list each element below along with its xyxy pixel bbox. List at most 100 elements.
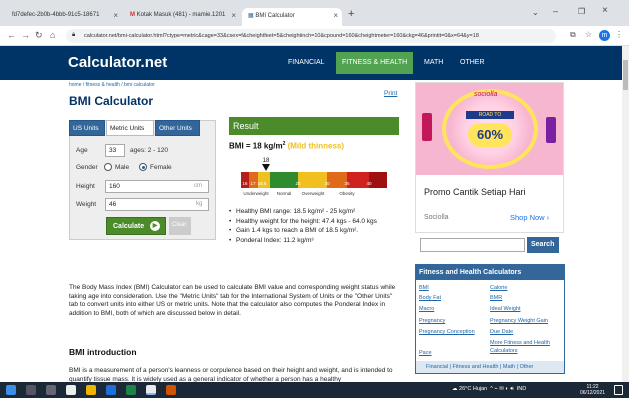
link-ideal-weight[interactable]: Ideal Weight (490, 306, 520, 312)
bmi-form: US Units Metric Units Other Units Age 33… (69, 120, 216, 240)
file-explorer-icon[interactable] (86, 385, 96, 395)
extensions-icon[interactable]: ⧉ (570, 30, 576, 40)
close-tab-icon[interactable]: × (333, 11, 338, 20)
tab-other-units[interactable]: Other Units (155, 120, 200, 136)
language-indicator[interactable]: IND (517, 386, 526, 392)
weight-label: Weight (76, 201, 97, 208)
tab-metric-units[interactable]: Metric Units (106, 120, 154, 136)
search-button[interactable]: Search (527, 237, 559, 253)
browser-tab-active[interactable]: ▦ BMI Calculator × (242, 8, 342, 26)
bmi-result: BMI = 18 kg/m2 (Mild thinness) (229, 141, 344, 151)
link-more-fitness-health[interactable]: More Fitness and Health (490, 340, 550, 346)
bmi-unit-exponent: 2 (282, 141, 286, 147)
link-pregnancy[interactable]: Pregnancy (419, 318, 445, 324)
nav-fitness-health[interactable]: FITNESS & HEALTH (336, 52, 414, 74)
minimize-icon[interactable]: – (553, 6, 558, 16)
clock[interactable]: 11:22 06/12/2021 (580, 384, 605, 396)
age-input[interactable]: 33 (105, 144, 125, 157)
windows-start-icon[interactable] (6, 385, 16, 395)
browser-tab[interactable]: M Kotak Masuk (481) - mamie.1201 × (124, 8, 240, 26)
calculate-button[interactable]: Calculate ▶ (106, 217, 166, 235)
app-icon[interactable] (166, 385, 176, 395)
breadcrumb[interactable]: home / fitness & health / bmi calculator (69, 82, 155, 88)
footer-link-fitness-health[interactable]: Fitness and Health (453, 364, 499, 370)
gauge-band-obese-3 (369, 172, 387, 188)
weight-input[interactable]: 46 (105, 198, 209, 211)
link-pace[interactable]: Pace (419, 350, 432, 356)
gauge-label-underweight: Underweight (243, 191, 269, 196)
tab-title: Kotak Masuk (481) - mamie.1201 (136, 12, 226, 18)
task-view-icon[interactable] (46, 385, 56, 395)
ad-image[interactable]: sociolla ROAD TO 60% (416, 83, 563, 175)
link-pregnancy-conception[interactable]: Pregnancy Conception (419, 329, 475, 335)
link-bmr[interactable]: BMR (490, 295, 502, 301)
close-tab-icon[interactable]: × (231, 11, 236, 20)
calculate-label: Calculate (113, 223, 145, 230)
search-icon[interactable] (26, 385, 36, 395)
home-icon[interactable]: ⌂ (50, 30, 55, 40)
age-label: Age (76, 147, 88, 154)
word-icon[interactable] (106, 385, 116, 395)
browser-tab-bar: fd7defec-2b0b-4bbb-91c5-18671 × M Kotak … (0, 0, 629, 26)
forward-icon[interactable]: → (21, 30, 30, 40)
gauge-value-label: 18 (263, 158, 270, 164)
nav-math[interactable]: MATH (424, 59, 443, 66)
link-macro[interactable]: Macro (419, 306, 434, 312)
footer-link-financial[interactable]: Financial (426, 364, 448, 370)
ad-discount: 60% (468, 123, 512, 147)
file-icon[interactable] (66, 385, 76, 395)
age-hint: ages: 2 - 120 (130, 147, 168, 154)
browser-tab[interactable]: fd7defec-2b0b-4bbb-91c5-18671 × (6, 8, 122, 26)
link-calorie[interactable]: Calorie (490, 285, 507, 291)
link-pregnancy-weight-gain[interactable]: Pregnancy Weight Gain (490, 318, 548, 324)
link-bmi[interactable]: BMI (419, 285, 429, 291)
reload-icon[interactable]: ↻ (35, 30, 43, 41)
profile-avatar[interactable]: m (599, 30, 610, 41)
address-bar: ← → ↻ ⌂ 🔒︎ calculator.net/bmi-calculator… (0, 26, 629, 46)
close-tab-icon[interactable]: × (113, 11, 118, 20)
link-body-fat[interactable]: Body Fat (419, 295, 441, 301)
advertisement[interactable]: sociolla ROAD TO 60% Promo Cantik Setiap… (415, 82, 564, 233)
url-input[interactable]: 🔒︎ calculator.net/bmi-calculator.html?ct… (66, 29, 556, 43)
list-item: Ponderal Index: 11.2 kg/m³ (229, 236, 419, 246)
footer-link-math[interactable]: Math (503, 364, 515, 370)
gender-male-radio[interactable] (104, 163, 112, 171)
tab-us-units[interactable]: US Units (69, 120, 105, 136)
site-logo[interactable]: Calculator.net (68, 54, 167, 71)
clear-button[interactable]: Clear (169, 217, 191, 235)
back-icon[interactable]: ← (7, 30, 16, 40)
search-input[interactable] (420, 238, 525, 252)
link-due-date[interactable]: Due Date (490, 329, 513, 335)
bookmark-star-icon[interactable]: ☆ (585, 30, 592, 39)
gauge-tick: 40 (366, 181, 372, 186)
ad-title[interactable]: Promo Cantik Setiap Hari (424, 187, 526, 197)
weather-text[interactable]: 26°C Hujan (459, 386, 487, 392)
notification-icon[interactable] (614, 385, 623, 395)
chrome-icon[interactable] (146, 385, 156, 395)
footer-link-other[interactable]: Other (520, 364, 534, 370)
ad-shop-now-link[interactable]: Shop Now › (510, 213, 549, 222)
scrollbar[interactable] (622, 46, 629, 382)
gauge-band-normal (270, 172, 298, 188)
fitness-health-calculators: Fitness and Health Calculators BMI Body … (415, 264, 565, 374)
print-link[interactable]: Print (384, 90, 397, 97)
gender-male-label[interactable]: Male (115, 164, 129, 171)
tab-search-icon[interactable]: ⌄ (532, 8, 539, 17)
gender-female-label[interactable]: Female (150, 164, 172, 171)
nav-other[interactable]: OTHER (460, 59, 485, 66)
bmi-category: (Mild thinness) (287, 141, 345, 151)
scrollbar-thumb[interactable] (623, 60, 628, 90)
new-tab-button[interactable]: + (348, 8, 354, 20)
gauge-band-overweight (298, 172, 327, 188)
gender-female-radio[interactable] (139, 163, 147, 171)
link-more-fitness-health-2[interactable]: Calculators (490, 348, 518, 354)
result-header: Result (229, 117, 399, 135)
nav-financial[interactable]: FINANCIAL (288, 59, 325, 66)
excel-icon[interactable] (126, 385, 136, 395)
close-window-icon[interactable]: × (602, 5, 608, 16)
gauge-label-obesity: Obesity (339, 191, 355, 196)
play-icon: ▶ (150, 221, 160, 231)
page-title: BMI Calculator (69, 94, 154, 108)
menu-icon[interactable]: ⋮ (615, 30, 623, 39)
maximize-icon[interactable]: ❐ (578, 7, 585, 16)
